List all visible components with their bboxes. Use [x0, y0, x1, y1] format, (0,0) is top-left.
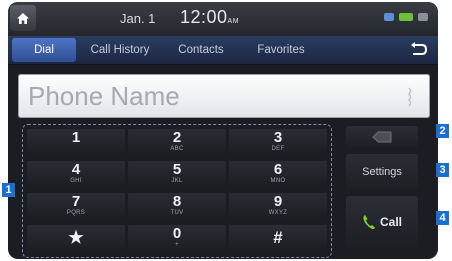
- key-digit: 7: [71, 193, 81, 210]
- key-digit: 4: [71, 161, 81, 178]
- phone-name-field[interactable]: Phone Name: [18, 74, 430, 118]
- key-letters: JKL: [171, 178, 183, 184]
- back-button[interactable]: [408, 41, 428, 59]
- key-letters: DEF: [271, 146, 285, 152]
- key-9[interactable]: 9 WXYZ: [229, 193, 327, 219]
- tab-dial[interactable]: Dial: [12, 38, 76, 62]
- key-digit: 6: [273, 161, 283, 178]
- callout-marker-delete: 2: [436, 124, 449, 138]
- tab-call-history[interactable]: Call History: [78, 36, 162, 64]
- key-digit: 2: [172, 129, 182, 146]
- key-0[interactable]: 0 +: [128, 225, 226, 251]
- text-cursor-icon: [408, 87, 412, 107]
- key-digit: 8: [172, 193, 182, 210]
- key-letters: TUV: [170, 210, 184, 216]
- phone-name-placeholder: Phone Name: [28, 81, 180, 111]
- key-digit: 5: [172, 161, 182, 178]
- callout-marker-call: 4: [436, 211, 449, 225]
- key-digit: 1: [71, 129, 81, 146]
- key-2[interactable]: 2 ABC: [128, 129, 226, 155]
- battery-icon: [418, 13, 428, 21]
- key-letters: PQRS: [66, 210, 86, 216]
- signal-icon: [399, 13, 413, 21]
- home-button[interactable]: [10, 5, 36, 31]
- delete-button[interactable]: [346, 126, 418, 148]
- callout-marker-keypad: 1: [2, 183, 15, 197]
- key-letters: WXYZ: [268, 210, 288, 216]
- infotainment-screen: Jan. 1 12:00AM Dial Call History Contact…: [8, 2, 438, 259]
- backspace-icon: [372, 131, 392, 143]
- callout-marker-settings: 3: [436, 163, 449, 177]
- status-bar: Jan. 1 12:00AM: [8, 2, 438, 36]
- key-letters: +: [175, 242, 179, 248]
- key-hash[interactable]: #: [229, 225, 327, 251]
- status-date: Jan. 1: [120, 11, 156, 26]
- key-letters: GHI: [70, 178, 82, 184]
- call-label: Call: [379, 215, 402, 229]
- bluetooth-icon: [384, 13, 394, 21]
- call-button[interactable]: Call: [346, 196, 418, 248]
- key-8[interactable]: 8 TUV: [128, 193, 226, 219]
- status-time: 12:00AM: [180, 7, 239, 28]
- tab-contacts[interactable]: Contacts: [164, 36, 238, 64]
- dial-keypad: 1 2 ABC 3 DEF 4 GHI 5 JKL 6 MNO 7 PQRS 8…: [22, 124, 332, 258]
- key-digit: 3: [273, 129, 283, 146]
- clock-ampm: AM: [227, 18, 240, 25]
- key-digit: 9: [273, 193, 283, 210]
- key-5[interactable]: 5 JKL: [128, 161, 226, 187]
- key-digit: 0: [172, 225, 182, 242]
- key-7[interactable]: 7 PQRS: [27, 193, 125, 219]
- settings-button[interactable]: Settings: [346, 154, 418, 190]
- key-4[interactable]: 4 GHI: [27, 161, 125, 187]
- key-star[interactable]: ★: [27, 225, 125, 251]
- key-digit: #: [273, 228, 283, 247]
- phone-handset-icon: [363, 215, 375, 230]
- tab-favorites[interactable]: Favorites: [246, 36, 316, 64]
- clock-time: 12:00: [180, 7, 228, 27]
- home-icon: [17, 12, 29, 24]
- key-digit: ★: [68, 228, 84, 247]
- key-3[interactable]: 3 DEF: [229, 129, 327, 155]
- key-1[interactable]: 1: [27, 129, 125, 155]
- tab-bar: Dial Call History Contacts Favorites: [8, 36, 438, 65]
- back-icon: [411, 42, 428, 55]
- key-letters: ABC: [170, 146, 184, 152]
- status-icons: [384, 13, 428, 21]
- key-6[interactable]: 6 MNO: [229, 161, 327, 187]
- key-letters: MNO: [270, 178, 286, 184]
